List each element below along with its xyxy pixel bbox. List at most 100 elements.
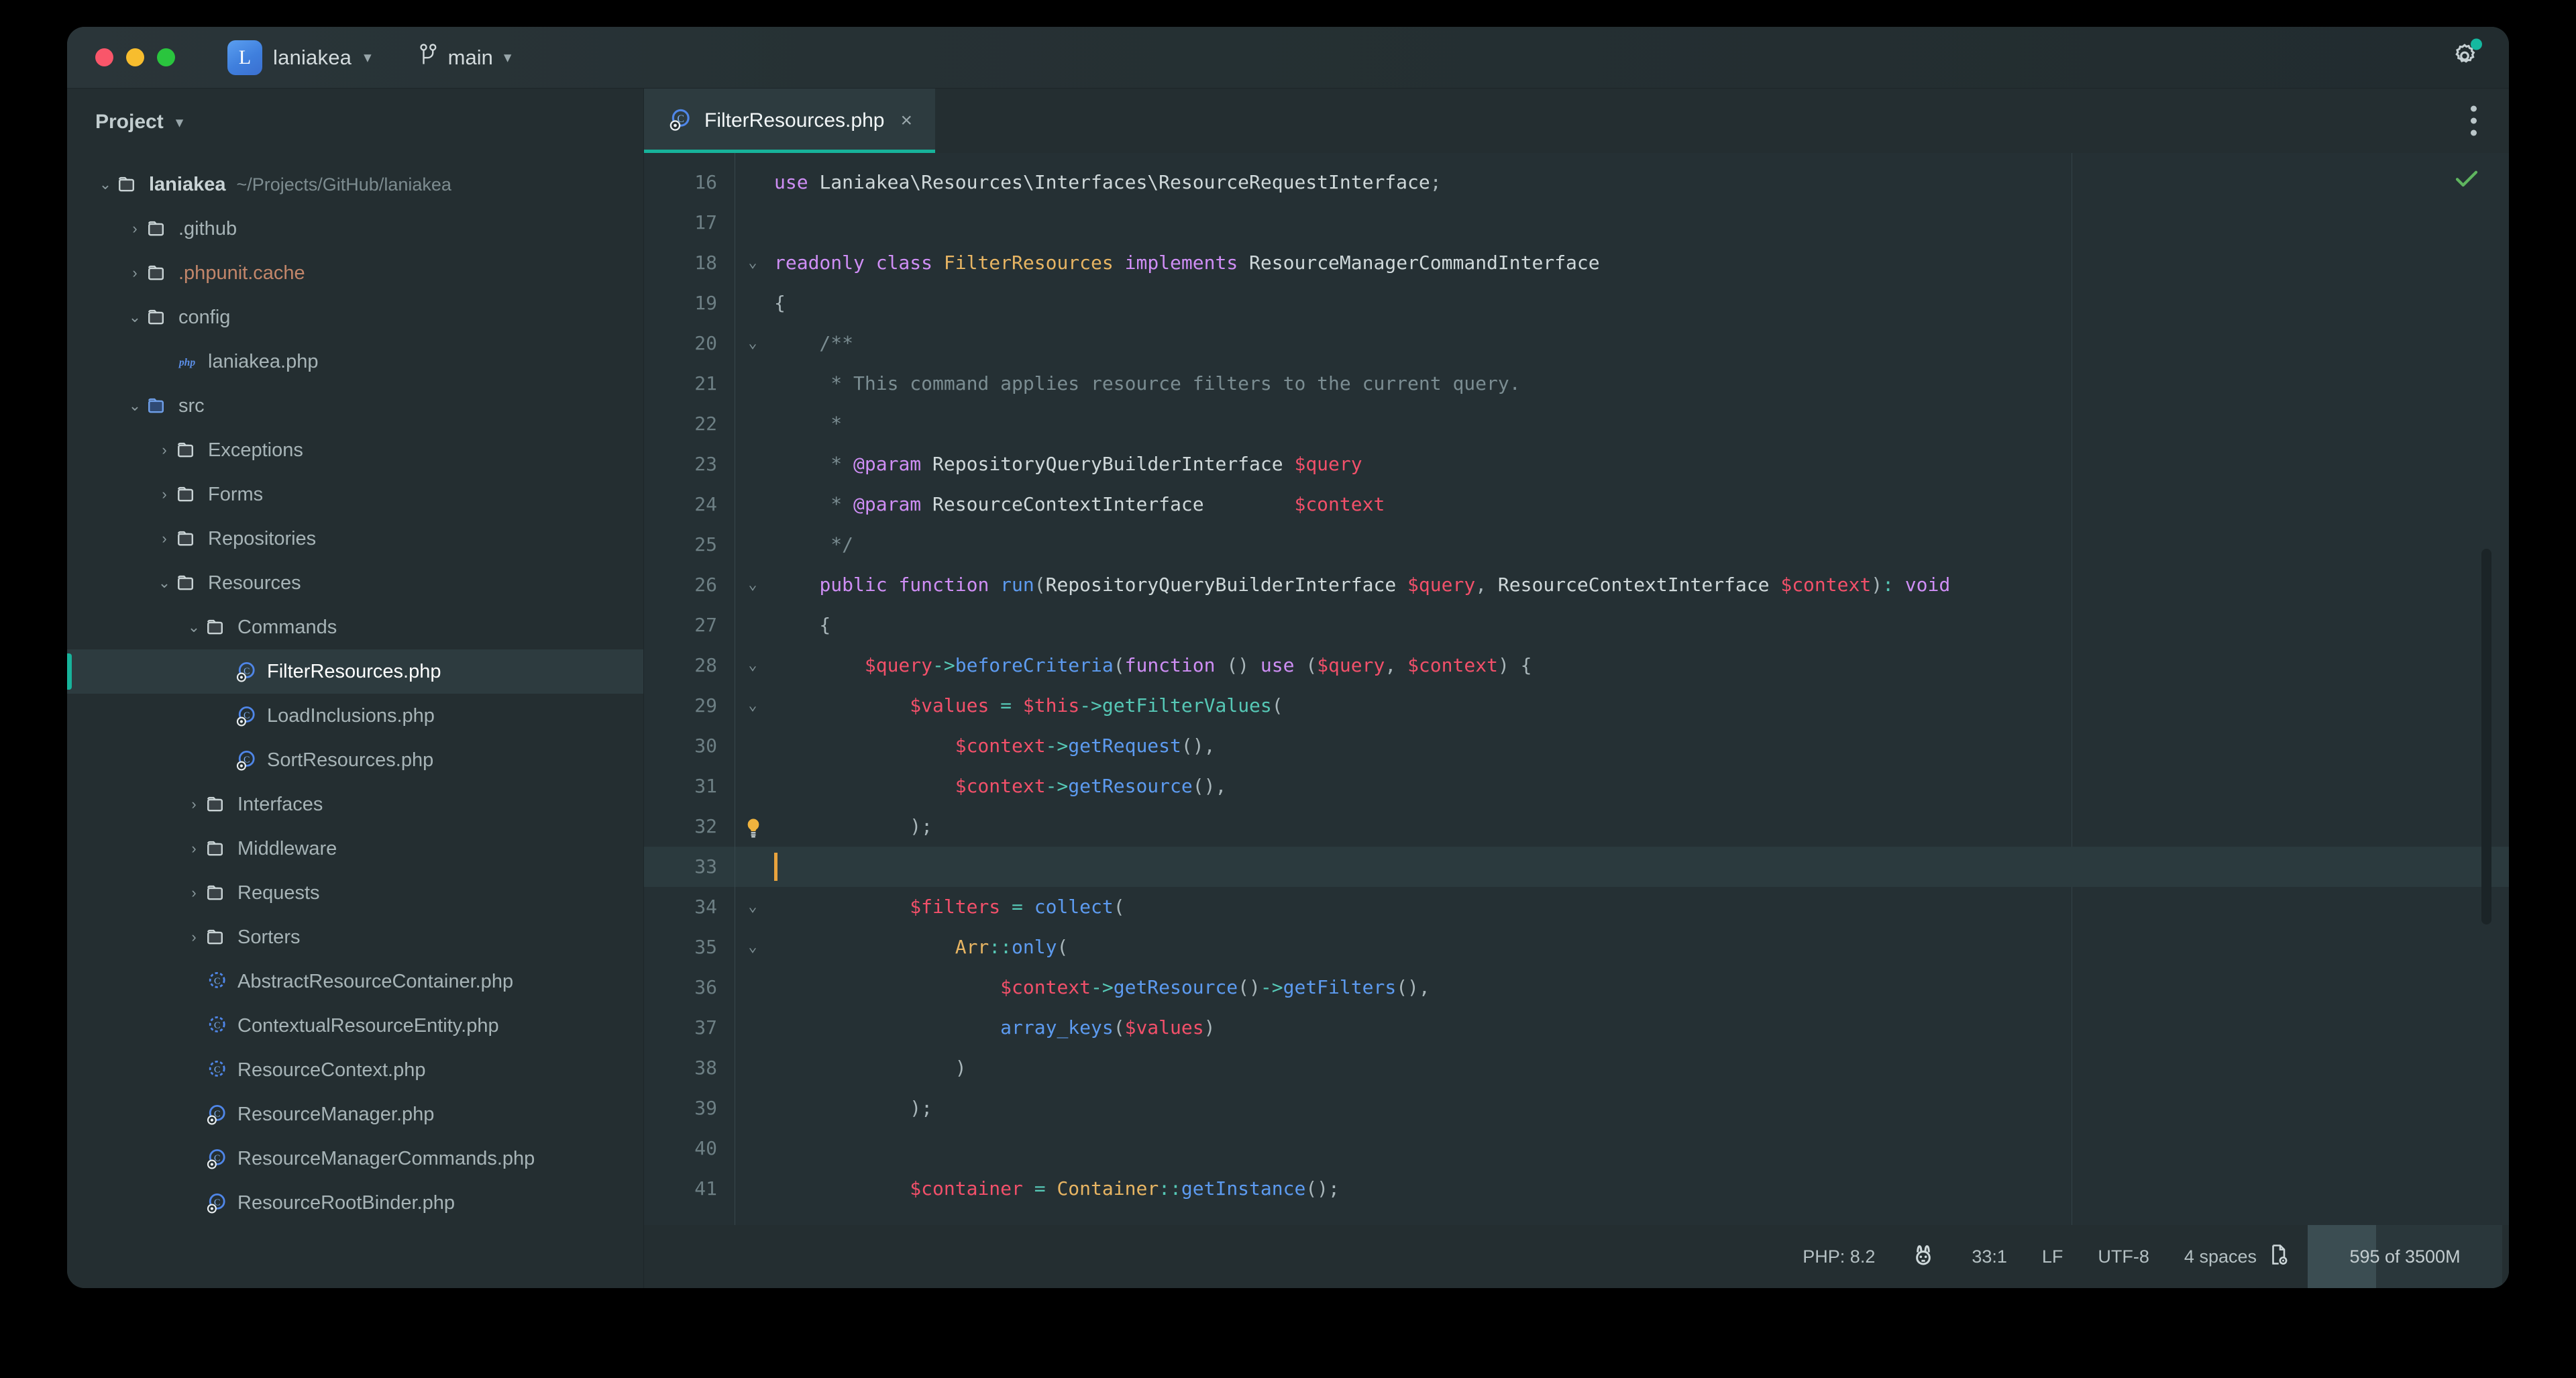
status-line-separator[interactable]: LF xyxy=(2025,1247,2081,1267)
code-token: getResource xyxy=(1068,775,1193,797)
tab-filterresources-php[interactable]: C FilterResources.php × xyxy=(644,89,935,153)
code-token: RepositoryQueryBuilderInterface xyxy=(1045,574,1408,596)
fold-toggle-icon[interactable]: ⌄ xyxy=(735,686,770,726)
project-badge: L xyxy=(227,40,262,75)
fold-toggle-icon[interactable]: ⌄ xyxy=(735,927,770,967)
close-window-button[interactable] xyxy=(95,48,113,66)
fold-toggle-icon[interactable]: ⌄ xyxy=(735,645,770,686)
tree-item[interactable]: C SortResources.php xyxy=(67,738,643,782)
fold-toggle-icon[interactable]: ⌄ xyxy=(735,887,770,927)
status-caret-position[interactable]: 33:1 xyxy=(1954,1247,2025,1267)
vertical-scrollbar[interactable] xyxy=(2481,549,2491,924)
fold-toggle-icon[interactable]: ⌄ xyxy=(735,323,770,364)
tree-item[interactable]: C ResourceManagerCommands.php xyxy=(67,1136,643,1181)
main-body: Project ▾ ⌄ laniakea ~/Projects/GitHub/lan… xyxy=(67,89,2509,1288)
tree-item[interactable]: › Middleware xyxy=(67,827,643,871)
memory-indicator[interactable]: 595 of 3500M xyxy=(2308,1225,2502,1288)
chevron-down-icon[interactable]: ⌄ xyxy=(184,619,204,636)
tree-item-label: src xyxy=(178,394,205,417)
code-editor[interactable]: 16 17 18 19 20 21 22 23 24 25 26I 27 28 29 30 31 32 33 34 3… xyxy=(644,153,2509,1225)
minimize-window-button[interactable] xyxy=(126,48,144,66)
tree-item[interactable]: › Forms xyxy=(67,472,643,517)
maximize-window-button[interactable] xyxy=(157,48,175,66)
chevron-right-icon[interactable]: › xyxy=(125,264,145,282)
close-icon[interactable]: × xyxy=(900,111,912,131)
chevron-down-icon[interactable]: ⌄ xyxy=(125,397,145,415)
code-line: readonly class FilterResources implement… xyxy=(770,243,2509,283)
tree-item[interactable]: › .phpunit.cache xyxy=(67,251,643,295)
code-token: $values xyxy=(1124,1016,1204,1039)
editor-options-button[interactable] xyxy=(2471,105,2477,136)
chevron-down-icon[interactable]: ⌄ xyxy=(125,309,145,326)
php-file-icon: php xyxy=(174,352,200,371)
chevron-right-icon[interactable]: › xyxy=(184,840,204,857)
tree-item[interactable]: › .github xyxy=(67,207,643,251)
git-branch-icon xyxy=(419,43,439,72)
chevron-right-icon[interactable]: › xyxy=(154,530,174,547)
code-line: $filters = collect( xyxy=(770,887,2509,927)
tree-item[interactable]: ⌄ config xyxy=(67,295,643,339)
tree-item[interactable]: C ResourceManager.php xyxy=(67,1092,643,1136)
sidebar-header[interactable]: Project ▾ xyxy=(67,89,643,156)
tree-item[interactable]: ⌄ laniakea ~/Projects/GitHub/laniakea xyxy=(67,162,643,207)
status-indent[interactable]: 4 spaces xyxy=(2167,1242,2308,1271)
line-number-gutter[interactable]: 16 17 18 19 20 21 22 23 24 25 26I 27 28 29 30 31 32 33 34 3… xyxy=(644,153,735,1225)
line-number: 18 xyxy=(694,252,717,274)
code-token: $values xyxy=(910,694,989,717)
tree-item[interactable]: C LoadInclusions.php xyxy=(67,694,643,738)
code-token: * xyxy=(774,453,854,475)
settings-button[interactable] xyxy=(2450,38,2482,74)
tree-item[interactable]: ⌄ Commands xyxy=(67,605,643,649)
chevron-right-icon[interactable]: › xyxy=(154,486,174,503)
tree-item[interactable]: › Exceptions xyxy=(67,428,643,472)
status-encoding[interactable]: UTF-8 xyxy=(2080,1247,2167,1267)
project-selector[interactable]: L laniakea ▾ xyxy=(227,40,372,75)
chevron-right-icon[interactable]: › xyxy=(154,441,174,459)
chevron-down-icon[interactable]: ⌄ xyxy=(154,574,174,592)
code-token: function xyxy=(1124,654,1227,676)
tree-item[interactable]: › Requests xyxy=(67,871,643,915)
tree-item[interactable]: C ResourceRootBinder.php xyxy=(67,1181,643,1225)
tree-item[interactable]: C ResourceContext.php xyxy=(67,1048,643,1092)
fold-toggle-icon[interactable]: ⌄ xyxy=(735,243,770,283)
fold-toggle-icon[interactable]: ⌄ xyxy=(735,565,770,605)
code-token: */ xyxy=(774,533,854,555)
tree-item[interactable]: php laniakea.php xyxy=(67,339,643,384)
code-folding-gutter[interactable]: ⌄ ⌄ ⌄ ⌄ ⌄ ⌄ ⌄ xyxy=(735,153,770,1225)
code-token: /** xyxy=(774,332,854,354)
status-bar: PHP: 8.2 33:1 LF UTF-8 4 spaces 595 of 3… xyxy=(644,1225,2509,1288)
line-number: 30 xyxy=(694,735,717,757)
line-number: 23 xyxy=(694,453,717,475)
check-ok-icon[interactable] xyxy=(2453,166,2481,198)
status-php-version[interactable]: PHP: 8.2 xyxy=(1785,1247,1892,1267)
branch-selector[interactable]: main ▾ xyxy=(419,43,511,72)
code-token: { xyxy=(1509,654,1532,676)
code-content[interactable]: use Laniakea\Resources\Interfaces\Resour… xyxy=(770,153,2509,1225)
chevron-right-icon[interactable]: › xyxy=(184,796,204,813)
code-token: collect xyxy=(1034,896,1114,918)
chevron-right-icon[interactable]: › xyxy=(184,929,204,946)
code-line: $query->beforeCriteria(function () use (… xyxy=(770,645,2509,686)
tree-item[interactable]: C AbstractResourceContainer.php xyxy=(67,959,643,1004)
chevron-right-icon[interactable]: › xyxy=(184,884,204,902)
tree-item[interactable]: C ContextualResourceEntity.php xyxy=(67,1004,643,1048)
tree-item-label: .phpunit.cache xyxy=(178,262,305,284)
chevron-down-icon[interactable]: ⌄ xyxy=(95,176,115,193)
code-token: ( xyxy=(1057,936,1069,958)
project-tree[interactable]: ⌄ laniakea ~/Projects/GitHub/laniakea › .git… xyxy=(67,156,643,1288)
tree-item-selected[interactable]: C FilterResources.php xyxy=(67,649,643,694)
tree-item[interactable]: › Interfaces xyxy=(67,782,643,827)
tree-item[interactable]: ⌄ Resources xyxy=(67,561,643,605)
tree-item[interactable]: › Repositories xyxy=(67,517,643,561)
tree-item[interactable]: › Sorters xyxy=(67,915,643,959)
code-token: ( xyxy=(1113,1016,1125,1039)
chevron-right-icon[interactable]: › xyxy=(125,220,145,237)
tree-item[interactable]: ⌄ src xyxy=(67,384,643,428)
tree-item-path: ~/Projects/GitHub/laniakea xyxy=(236,174,451,195)
status-framework[interactable] xyxy=(1892,1241,1954,1273)
memory-label: 595 of 3500M xyxy=(2349,1246,2461,1267)
